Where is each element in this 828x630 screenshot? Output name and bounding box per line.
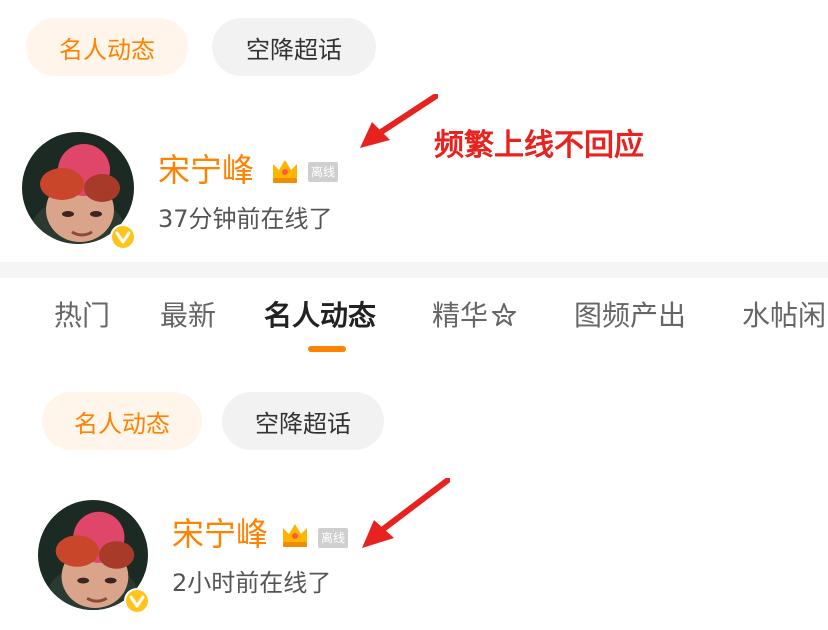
tab-hot[interactable]: 热门 bbox=[54, 294, 110, 338]
tab-casual-posts[interactable]: 水帖闲 bbox=[742, 294, 826, 338]
filter-pill-label: 名人动态 bbox=[74, 409, 170, 438]
tab-label: 水帖闲 bbox=[742, 299, 827, 332]
verified-badge-icon bbox=[124, 588, 150, 614]
tab-featured[interactable]: 精华 bbox=[432, 294, 518, 338]
filter-pill-label: 空降超话 bbox=[246, 35, 342, 64]
tab-media-output[interactable]: 图频产出 bbox=[574, 294, 686, 338]
annotation-text: 频繁上线不回应 bbox=[434, 128, 644, 163]
top-screenshot-panel: 名人动态 空降超话 宋宁峰 离线 37分钟前在线了 频繁上线不回应 bbox=[0, 0, 828, 262]
tab-latest[interactable]: 最新 bbox=[160, 294, 216, 338]
tab-label: 名人动态 bbox=[264, 299, 377, 332]
tab-celebrity-news[interactable]: 名人动态 bbox=[264, 294, 376, 338]
offline-tag: 离线 bbox=[318, 528, 349, 548]
tab-label: 精华 bbox=[432, 299, 489, 332]
tab-label: 热门 bbox=[54, 299, 111, 332]
user-name[interactable]: 宋宁峰 bbox=[158, 150, 254, 190]
crown-icon bbox=[273, 160, 297, 183]
red-arrow-icon bbox=[362, 478, 450, 548]
last-online-status: 37分钟前在线了 bbox=[158, 205, 333, 233]
verified-badge-icon bbox=[110, 224, 136, 250]
filter-pill-label: 名人动态 bbox=[59, 35, 155, 64]
filter-pill-label: 空降超话 bbox=[255, 409, 351, 438]
topic-tab-bar: 热门 最新 名人动态 精华 图频产出 水帖闲 bbox=[12, 294, 828, 354]
filter-pill-celebrity-news[interactable]: 名人动态 bbox=[42, 392, 202, 450]
red-arrow-icon bbox=[360, 94, 438, 148]
active-tab-indicator bbox=[308, 346, 346, 352]
bottom-screenshot-panel: 热门 最新 名人动态 精华 图频产出 水帖闲 名人动态 空降超话 宋宁峰 离线 … bbox=[12, 278, 828, 630]
offline-tag: 离线 bbox=[308, 162, 339, 182]
sparkle-icon bbox=[492, 303, 517, 326]
tab-label: 图频产出 bbox=[574, 299, 687, 332]
crown-icon bbox=[283, 524, 307, 547]
filter-pill-celebrity-news[interactable]: 名人动态 bbox=[26, 18, 188, 76]
user-name[interactable]: 宋宁峰 bbox=[172, 514, 268, 554]
tab-label: 最新 bbox=[160, 299, 217, 332]
filter-pill-airdrop-topic[interactable]: 空降超话 bbox=[222, 392, 384, 450]
last-online-status: 2小时前在线了 bbox=[172, 569, 332, 597]
filter-pill-airdrop-topic[interactable]: 空降超话 bbox=[212, 18, 376, 76]
divider bbox=[0, 262, 828, 278]
